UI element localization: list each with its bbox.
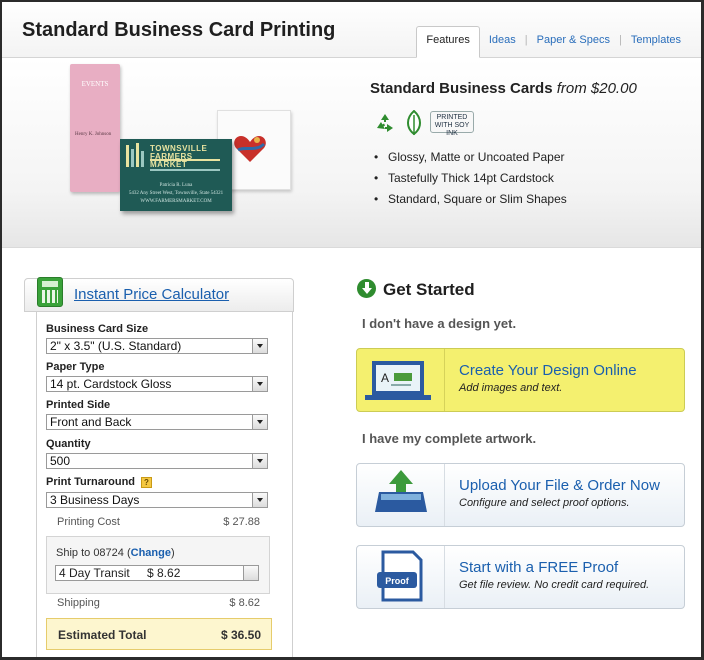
sample-card-pink: EVENTS Henry K. Johnson (70, 64, 120, 192)
page-frame: Standard Business Card Printing Features… (0, 0, 704, 660)
complete-artwork-heading: I have my complete artwork. (362, 431, 537, 446)
calculator-header: Instant Price Calculator (24, 277, 294, 312)
card-size-label: Business Card Size (46, 323, 149, 335)
card-size-value: 2" x 3.5" (U.S. Standard) (50, 339, 182, 353)
paper-type-value: 14 pt. Cardstock Gloss (50, 377, 172, 391)
proof-document-icon: Proof (357, 546, 445, 608)
create-design-online-title[interactable]: Create Your Design Online (459, 362, 637, 379)
price-calculator: Instant Price Calculator Business Card S… (24, 277, 294, 657)
printing-cost-label: Printing Cost (57, 516, 120, 528)
paper-type-label: Paper Type (46, 361, 105, 373)
create-design-online-subtitle: Add images and text. (459, 382, 563, 394)
calculator-body: Business Card Size 2" x 3.5" (U.S. Stand… (36, 312, 293, 657)
design-online-icon: A (357, 349, 445, 411)
proof-label: Proof (385, 576, 410, 586)
sample-card-pink-name: Henry K. Johnson (75, 132, 112, 137)
calculator-icon (37, 277, 63, 307)
free-proof-option[interactable]: Proof Start with a FREE Proof Get file r… (356, 545, 685, 609)
quantity-label: Quantity (46, 438, 91, 450)
chevron-down-icon[interactable] (252, 377, 267, 391)
help-icon[interactable]: ? (141, 477, 152, 488)
chevron-down-icon[interactable] (252, 454, 267, 468)
ship-to-prefix: Ship to (56, 547, 91, 559)
printed-side-value: Front and Back (50, 415, 132, 429)
calculator-title-link[interactable]: Instant Price Calculator (74, 286, 229, 303)
page-header: Standard Business Card Printing Features… (2, 2, 701, 58)
sample-card-green-address: 5432 Any Street West, Townsville, State … (128, 191, 224, 196)
no-design-heading: I don't have a design yet. (362, 316, 517, 331)
tab-ideas[interactable]: Ideas (480, 26, 525, 58)
paper-type-select[interactable]: 14 pt. Cardstock Gloss (46, 376, 268, 392)
chevron-down-icon[interactable] (243, 566, 258, 580)
soy-ink-icon: PRINTED WITH SOY INK (430, 111, 474, 137)
product-name: Standard Business Cards (370, 80, 553, 97)
quantity-select[interactable]: 500 (46, 453, 268, 469)
printing-cost-value: $ 27.88 (223, 516, 260, 528)
upload-file-subtitle: Configure and select proof options. (459, 497, 630, 509)
turnaround-value: 3 Business Days (50, 493, 140, 507)
shipping-cost-value: $ 8.62 (229, 597, 260, 609)
shipping-method-value: 4 Day Transit (59, 566, 130, 580)
estimated-total-value: $ 36.50 (220, 628, 261, 642)
shipping-box: Ship to 08724 (Change) 4 Day Transit $ 8… (46, 536, 270, 594)
ship-to-text: Ship to 08724 (Change) (56, 547, 175, 559)
tab-templates[interactable]: Templates (622, 26, 690, 58)
card-size-select[interactable]: 2" x 3.5" (U.S. Standard) (46, 338, 268, 354)
turnaround-label: Print Turnaround (46, 476, 136, 488)
shipping-method-select[interactable]: 4 Day Transit $ 8.62 (55, 565, 259, 581)
page-title: Standard Business Card Printing (22, 19, 336, 41)
sample-card-pink-title: EVENTS (81, 80, 109, 88)
sample-card-green-title: TOWNSVILLE FARMERS MARKET (150, 144, 208, 169)
product-title: Standard Business Cards from $20.00 (370, 80, 637, 97)
price-prefix: from (556, 80, 587, 97)
estimated-total-label: Estimated Total (58, 628, 147, 642)
shipping-label: Shipping (57, 597, 100, 609)
sample-card-green: TOWNSVILLE FARMERS MARKET Patricia R. Lu… (120, 139, 232, 211)
chevron-down-icon[interactable] (252, 339, 267, 353)
turnaround-select[interactable]: 3 Business Days (46, 492, 268, 508)
free-proof-subtitle: Get file review. No credit card required… (459, 579, 650, 591)
estimated-total-box: Estimated Total $ 36.50 (46, 618, 272, 650)
upload-file-title[interactable]: Upload Your File & Order Now (459, 477, 660, 494)
feature-item: Glossy, Matte or Uncoated Paper (374, 147, 567, 168)
chevron-down-icon[interactable] (252, 493, 267, 507)
feature-list: Glossy, Matte or Uncoated Paper Tasteful… (374, 147, 567, 210)
free-proof-title[interactable]: Start with a FREE Proof (459, 559, 618, 576)
ship-to-zip: 08724 (93, 547, 124, 559)
leaf-icon (401, 109, 426, 135)
printed-side-select[interactable]: Front and Back (46, 414, 268, 430)
get-started-title: Get Started (383, 280, 475, 299)
shipping-method-price: $ 8.62 (147, 566, 181, 580)
eco-icons: PRINTED WITH SOY INK (372, 109, 474, 137)
tab-features[interactable]: Features (416, 26, 480, 58)
sample-card-green-name: Patricia R. Luna (159, 183, 193, 188)
product-hero: EVENTS Henry K. Johnson TOWNSVILLE FARME… (2, 58, 701, 248)
upload-file-option[interactable]: Upload Your File & Order Now Configure a… (356, 463, 685, 527)
quantity-value: 500 (50, 454, 71, 468)
chevron-down-icon[interactable] (252, 415, 267, 429)
feature-item: Standard, Square or Slim Shapes (374, 189, 567, 210)
arrow-down-circle-icon (357, 279, 376, 298)
heart-tattoo-icon (234, 136, 266, 162)
svg-text:A: A (381, 371, 389, 385)
tab-bar: Features Ideas | Paper & Specs | Templat… (416, 26, 690, 58)
feature-item: Tastefully Thick 14pt Cardstock (374, 168, 567, 189)
recycle-icon (372, 110, 397, 135)
change-zip-link[interactable]: Change (131, 547, 171, 559)
printed-side-label: Printed Side (46, 399, 111, 411)
create-design-online-option[interactable]: A Create Your Design Online Add images a… (356, 348, 685, 412)
product-price: $20.00 (590, 80, 637, 97)
tab-paper-specs[interactable]: Paper & Specs (528, 26, 619, 58)
upload-tray-icon (357, 464, 445, 526)
sample-card-green-web: WWW.FARMERSMARKET.COM (140, 199, 212, 204)
